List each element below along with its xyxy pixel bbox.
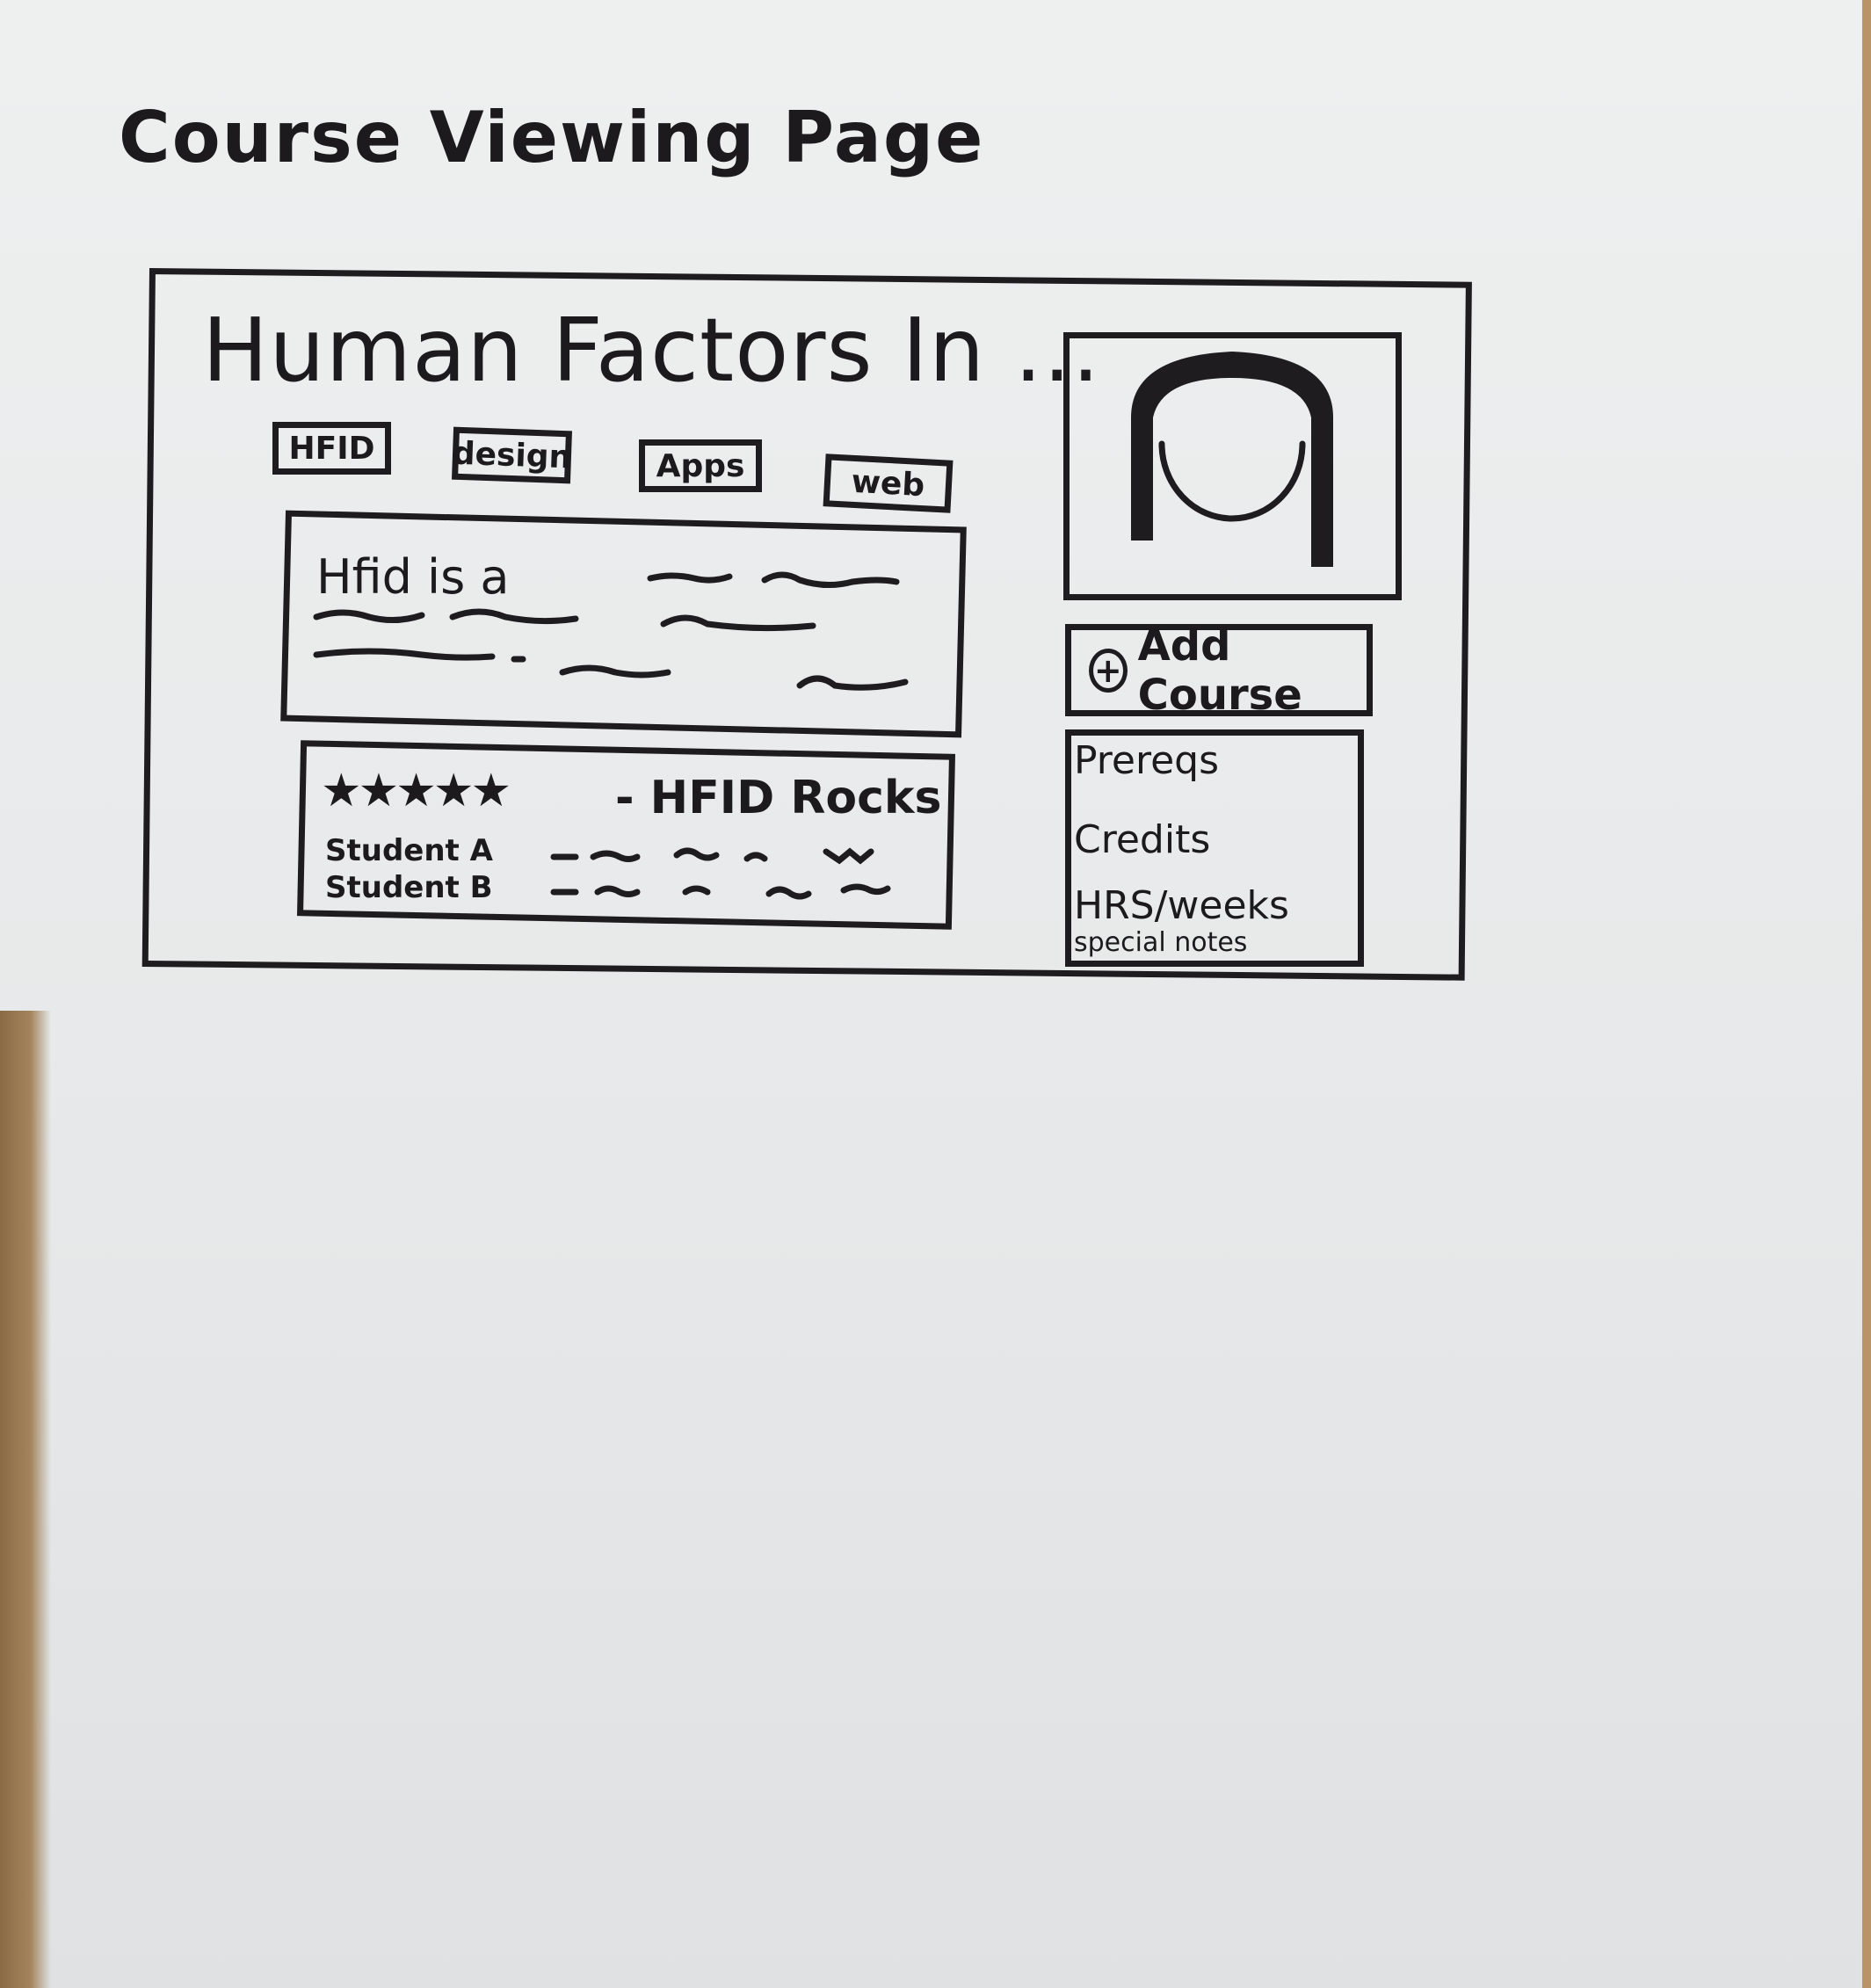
info-special-notes: special notes bbox=[1074, 927, 1248, 958]
add-course-button[interactable]: + Add Course bbox=[1065, 621, 1373, 720]
info-hours-per-week: HRS/weeks bbox=[1074, 883, 1289, 928]
rating-stars: ★★★★★ bbox=[321, 765, 511, 817]
desk-edge bbox=[1862, 0, 1871, 1988]
desk-surface bbox=[0, 1011, 51, 1988]
course-title: Human Factors In ... bbox=[202, 299, 1101, 402]
tag-web[interactable]: web bbox=[823, 453, 954, 513]
instructor-photo bbox=[1063, 332, 1402, 600]
tag-design[interactable]: design bbox=[451, 426, 573, 484]
plus-icon: + bbox=[1089, 648, 1128, 693]
tag-apps[interactable]: Apps bbox=[639, 439, 762, 492]
info-prereqs: Prereqs bbox=[1074, 738, 1219, 783]
page-heading: Course Viewing Page bbox=[119, 97, 985, 178]
info-credits: Credits bbox=[1074, 817, 1211, 862]
review-squiggles bbox=[550, 847, 891, 900]
review-title: - HFID Rocks bbox=[615, 772, 942, 824]
add-course-label: Add Course bbox=[1137, 620, 1302, 720]
review-student-b: Student B bbox=[325, 870, 493, 905]
review-student-a: Student A bbox=[325, 833, 493, 868]
instructor-avatar-icon bbox=[1131, 352, 1333, 567]
description-squiggles bbox=[313, 571, 909, 691]
tag-hfid[interactable]: HFID bbox=[272, 422, 391, 475]
